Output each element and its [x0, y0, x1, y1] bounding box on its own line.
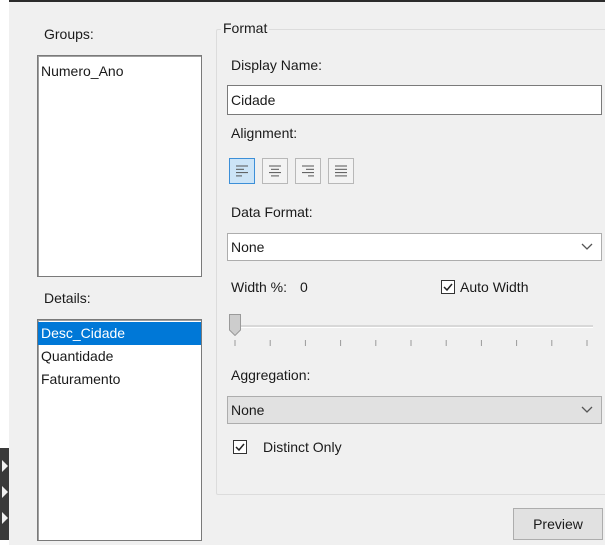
list-item[interactable]: Faturamento: [38, 368, 201, 391]
window-top-border: [0, 0, 605, 2]
align-justify-icon: [335, 165, 347, 177]
slider-track: [229, 325, 593, 328]
list-item[interactable]: Quantidade: [38, 345, 201, 368]
distinct-only-checkbox[interactable]: Distinct Only: [233, 439, 342, 455]
align-right-button[interactable]: [295, 158, 321, 184]
alignment-label: Alignment:: [231, 125, 298, 141]
groups-listbox[interactable]: Numero_Ano: [37, 55, 202, 277]
chevron-down-icon: [581, 234, 593, 260]
slider-thumb[interactable]: [229, 314, 241, 337]
align-left-button[interactable]: [229, 158, 255, 184]
format-groupbox-title: Format: [221, 20, 270, 36]
check-icon: [441, 280, 455, 294]
display-name-input[interactable]: Cidade: [227, 85, 602, 115]
auto-width-checkbox[interactable]: Auto Width: [441, 279, 528, 295]
display-name-label: Display Name:: [231, 57, 323, 73]
aggregation-label: Aggregation:: [231, 367, 311, 383]
groups-label: Groups:: [44, 26, 94, 42]
chevron-down-icon: [581, 397, 593, 423]
auto-width-label: Auto Width: [460, 279, 529, 295]
data-format-dropdown[interactable]: None: [227, 233, 602, 261]
side-collapse-handle[interactable]: [0, 448, 9, 540]
list-item[interactable]: Numero_Ano: [38, 60, 201, 83]
aggregation-value: None: [231, 402, 265, 418]
preview-button[interactable]: Preview: [513, 508, 603, 540]
data-format-value: None: [231, 239, 265, 255]
side-panel-edge: [0, 0, 9, 545]
align-center-icon: [269, 165, 281, 177]
distinct-only-label: Distinct Only: [263, 439, 342, 455]
width-slider[interactable]: [229, 314, 596, 350]
width-percent-label: Width %:: [231, 279, 288, 295]
alignment-toolbar: [229, 158, 354, 184]
check-icon: [233, 440, 247, 454]
align-left-icon: [236, 165, 248, 177]
data-format-label: Data Format:: [231, 204, 313, 220]
list-item[interactable]: Desc_Cidade: [38, 322, 201, 345]
details-label: Details:: [44, 290, 91, 306]
align-right-icon: [302, 165, 314, 177]
slider-ticks: [234, 340, 588, 346]
align-center-button[interactable]: [262, 158, 288, 184]
details-listbox[interactable]: Desc_Cidade Quantidade Faturamento: [37, 319, 202, 541]
align-justify-button[interactable]: [328, 158, 354, 184]
aggregation-dropdown[interactable]: None: [227, 396, 602, 424]
width-percent-value: 0: [300, 279, 308, 295]
